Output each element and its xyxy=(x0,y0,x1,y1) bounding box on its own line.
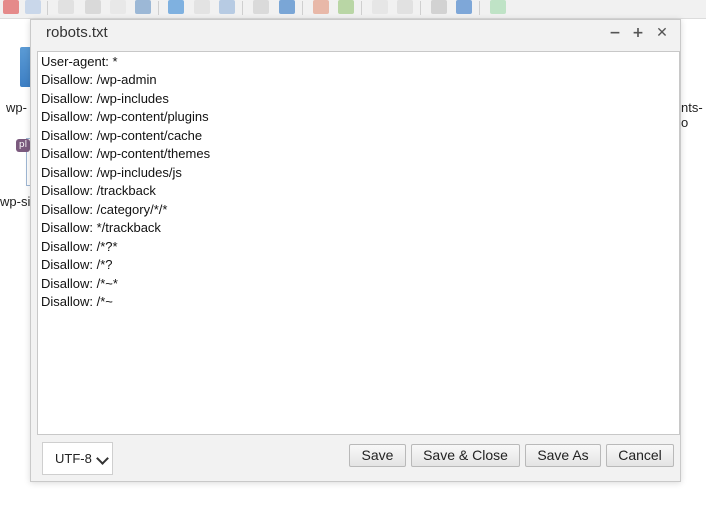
toolbar-separator xyxy=(47,1,48,15)
sort-icon[interactable] xyxy=(372,0,388,14)
editor-line: Disallow: /*?* xyxy=(41,239,118,254)
maximize-icon[interactable]: + xyxy=(630,25,646,41)
editor-line: Disallow: /wp-admin xyxy=(41,72,157,87)
cancel-button[interactable]: Cancel xyxy=(606,444,674,467)
move-icon[interactable] xyxy=(135,0,151,14)
chevron-down-icon xyxy=(96,452,109,465)
edit-icon[interactable] xyxy=(110,0,126,14)
toolbar-separator xyxy=(479,1,480,15)
search-files-icon[interactable] xyxy=(397,0,413,14)
list-view-icon[interactable] xyxy=(219,0,235,14)
close-icon[interactable]: ✕ xyxy=(654,25,670,41)
editor-line: Disallow: /category/*/* xyxy=(41,202,168,217)
dialog-titlebar[interactable]: robots.txt − + ✕ xyxy=(31,20,680,47)
background-toolbar xyxy=(0,0,706,19)
save-close-button[interactable]: Save & Close xyxy=(411,444,520,467)
archive-icon[interactable] xyxy=(338,0,354,14)
php-badge-icon: pl xyxy=(16,139,30,152)
tiles-view-icon[interactable] xyxy=(194,0,210,14)
copy-icon[interactable] xyxy=(58,0,74,14)
editor-line: Disallow: /*? xyxy=(41,257,113,272)
editor-line: Disallow: /wp-includes/js xyxy=(41,165,182,180)
editor-line: Disallow: */trackback xyxy=(41,220,161,235)
encoding-value: UTF-8 xyxy=(55,451,92,466)
editor-line: Disallow: /wp-includes xyxy=(41,91,169,106)
file-label[interactable]: o xyxy=(681,115,688,130)
editor-line: Disallow: /wp-content/plugins xyxy=(41,109,209,124)
toolbar-separator xyxy=(361,1,362,15)
extract-icon[interactable] xyxy=(313,0,329,14)
editor-line: Disallow: /*~ xyxy=(41,294,113,309)
file-label[interactable]: wp- xyxy=(6,100,27,115)
info-icon[interactable] xyxy=(279,0,295,14)
save-button[interactable]: Save xyxy=(349,444,406,467)
toolbar-separator xyxy=(302,1,303,15)
file-editor-dialog: robots.txt − + ✕ User-agent: * Disallow:… xyxy=(30,19,681,482)
toolbar-separator xyxy=(158,1,159,15)
dialog-footer: UTF-8 Save Save & Close Save As Cancel xyxy=(31,436,680,481)
dialog-title: robots.txt xyxy=(46,24,108,41)
file-label[interactable]: nts- xyxy=(681,100,703,115)
help-icon[interactable] xyxy=(456,0,472,14)
settings-icon[interactable] xyxy=(431,0,447,14)
encoding-select[interactable]: UTF-8 xyxy=(42,442,113,475)
new-file-icon[interactable] xyxy=(25,0,41,14)
save-as-button[interactable]: Save As xyxy=(525,444,601,467)
editor-line: Disallow: /wp-content/cache xyxy=(41,128,203,143)
editor-line: Disallow: /trackback xyxy=(41,183,156,198)
file-manager-screen: wp- pl wp-si nts- o robots.txt − + ✕ Use… xyxy=(0,0,706,523)
upload-icon[interactable] xyxy=(3,0,19,14)
select-icon[interactable] xyxy=(85,0,101,14)
file-label[interactable]: wp-si xyxy=(0,194,30,209)
text-editor-area[interactable]: User-agent: * Disallow: /wp-admin Disall… xyxy=(37,51,680,435)
grid-view-icon[interactable] xyxy=(168,0,184,14)
preview-icon[interactable] xyxy=(253,0,269,14)
editor-line: User-agent: * xyxy=(41,54,118,69)
editor-line: Disallow: /*~* xyxy=(41,276,118,291)
minimize-icon[interactable]: − xyxy=(607,25,623,41)
editor-line: Disallow: /wp-content/themes xyxy=(41,146,211,161)
toolbar-separator xyxy=(420,1,421,15)
toolbar-separator xyxy=(242,1,243,15)
fullscreen-icon[interactable] xyxy=(490,0,506,14)
